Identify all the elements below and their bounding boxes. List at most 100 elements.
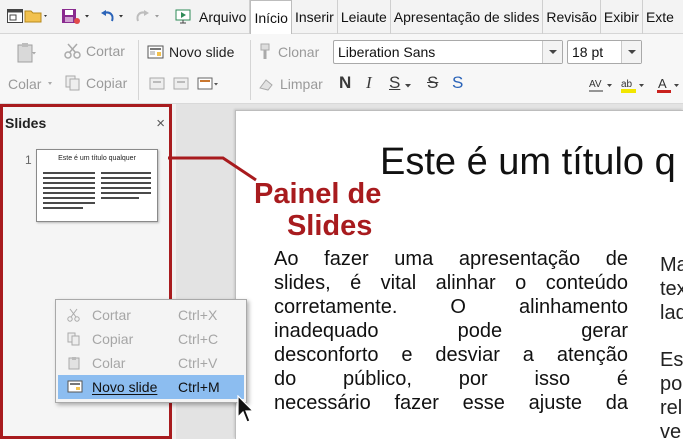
copy-button[interactable]: Copiar — [64, 75, 127, 91]
slide-body-text[interactable]: Ao fazer uma apresentação de slides, é v… — [274, 247, 628, 415]
italic-button[interactable]: I — [366, 73, 372, 93]
menu-tab-leiaute[interactable]: Leiaute — [338, 0, 391, 34]
menu-tab-inicio[interactable]: Início — [250, 0, 292, 34]
context-item-label: Novo slide — [92, 379, 158, 395]
panel-title: Slides — [5, 115, 47, 131]
cut-button[interactable]: Cortar — [64, 43, 125, 59]
paste-icon — [56, 356, 92, 370]
mouse-pointer-icon — [237, 395, 255, 423]
underline-button[interactable]: S — [389, 73, 400, 93]
save-icon[interactable] — [60, 6, 94, 26]
paste-button[interactable]: Colar — [8, 76, 55, 92]
svg-text:A: A — [658, 76, 667, 91]
font-name-combo[interactable]: Liberation Sans — [333, 40, 563, 64]
paste-icon[interactable] — [14, 42, 38, 64]
clone-label: Clonar — [278, 44, 320, 60]
open-icon[interactable] — [24, 6, 50, 26]
new-slide-icon — [58, 380, 92, 394]
menu-tab-revisao[interactable]: Revisão — [543, 0, 601, 34]
annotation-line2: Slides — [286, 210, 373, 242]
slide-title[interactable]: Este é um título q — [380, 141, 676, 184]
font-color-button[interactable]: A — [656, 76, 680, 94]
right-line: ve — [660, 421, 682, 439]
new-slide-label: Novo slide — [169, 44, 235, 60]
slide-thumbnail[interactable]: Este é um título qualquer — [36, 149, 158, 222]
undo-icon[interactable] — [98, 6, 128, 26]
redo-icon[interactable] — [134, 6, 164, 26]
delete-slide-icon — [173, 77, 189, 90]
menu-tab-arquivo[interactable]: Arquivo — [196, 0, 251, 34]
chevron-down-icon[interactable] — [621, 41, 641, 63]
clear-formatting-button[interactable]: Limpar — [258, 76, 323, 92]
thumb-title: Este é um título qualquer — [58, 155, 136, 162]
highlight-color-button[interactable]: ab — [620, 76, 646, 94]
context-item-shortcut: Ctrl+M — [178, 379, 220, 395]
new-slide-button[interactable]: Novo slide — [147, 44, 234, 60]
menu-bar: Arquivo Início Inserir Leiaute Apresenta… — [0, 0, 683, 34]
context-menu: Cortar Ctrl+X Copiar Ctrl+C Colar Ctrl+V… — [55, 299, 247, 403]
svg-text:ab: ab — [621, 79, 633, 90]
chevron-down-icon[interactable] — [542, 41, 562, 63]
menu-tab-inserir[interactable]: Inserir — [292, 0, 338, 34]
start-presentation-icon[interactable] — [174, 6, 192, 26]
clone-formatting-button[interactable]: Clonar — [258, 43, 319, 61]
context-item-cut[interactable]: Cortar Ctrl+X — [56, 303, 246, 327]
body-line: necessário fazer esse ajuste da — [274, 392, 628, 414]
slide-layout-icon — [197, 77, 213, 90]
context-item-copy[interactable]: Copiar Ctrl+C — [56, 327, 246, 351]
eraser-icon — [259, 79, 273, 91]
character-spacing-icon: AV — [589, 79, 612, 92]
menu-tab-extensions[interactable]: Exte — [643, 0, 677, 34]
context-item-label: Copiar — [92, 331, 134, 347]
bold-button[interactable]: N — [339, 73, 351, 93]
context-item-new-slide[interactable]: Novo slide Ctrl+M — [58, 375, 244, 399]
scissors-icon — [56, 308, 92, 322]
right-column-text-2[interactable]: Es po rel ve — [660, 348, 683, 439]
context-item-shortcut: Ctrl+C — [178, 331, 219, 347]
menu-tab-exibir[interactable]: Exibir — [601, 0, 643, 34]
sidebar-toggle-icon[interactable] — [6, 6, 24, 26]
font-size-combo[interactable]: 18 pt — [567, 40, 642, 64]
slide-canvas[interactable]: Este é um título q Ao fazer uma apresent… — [235, 110, 683, 439]
context-item-label: Colar — [92, 355, 126, 371]
chevron-down-icon[interactable] — [404, 82, 414, 90]
right-line: Ma — [660, 254, 683, 276]
right-line: rel — [660, 397, 683, 419]
slide-tools — [148, 75, 220, 93]
clear-label: Limpar — [280, 76, 323, 92]
paintbrush-icon — [260, 43, 270, 59]
body-line: desconforto e desviar a atenção — [274, 344, 628, 366]
body-line: inadequado pode gerar — [274, 320, 628, 342]
context-item-paste[interactable]: Colar Ctrl+V — [56, 351, 246, 375]
body-line: corretamente. O alinhamento — [274, 296, 628, 318]
font-name-value: Liberation Sans — [338, 44, 436, 60]
svg-text:AV: AV — [589, 79, 602, 90]
strikethrough-button[interactable]: S — [427, 73, 438, 93]
separator — [138, 40, 139, 100]
font-size-value: 18 pt — [572, 44, 604, 60]
right-line: Es — [660, 349, 683, 371]
context-item-shortcut: Ctrl+V — [178, 355, 218, 371]
right-column-text[interactable]: Ma tex lad — [660, 253, 683, 325]
context-item-label: Cortar — [92, 307, 131, 323]
menu-tabs: Arquivo Início Inserir Leiaute Apresenta… — [196, 0, 677, 34]
body-line: do público, por isso é — [274, 368, 628, 390]
cut-label: Cortar — [86, 43, 125, 59]
shadow-button[interactable]: S — [452, 73, 463, 93]
close-icon[interactable]: × — [156, 115, 165, 132]
duplicate-slide-icon — [149, 77, 165, 90]
annotation-label: Painel de Slides — [254, 178, 381, 242]
copy-icon — [65, 75, 80, 91]
menu-tab-apresentacao[interactable]: Apresentação de slides — [391, 0, 544, 34]
highlighter-icon: ab — [621, 79, 644, 93]
panel-header: Slides × — [3, 107, 169, 139]
character-spacing-button[interactable]: AV — [588, 76, 614, 94]
separator — [250, 40, 251, 100]
body-line: slides, é vital alinhar o conteúdo — [274, 272, 628, 294]
right-line: po — [660, 373, 683, 395]
slide-number: 1 — [25, 153, 32, 167]
scissors-icon — [64, 43, 81, 59]
annotation-line1: Painel de — [254, 178, 382, 210]
font-color-icon: A — [657, 76, 679, 93]
right-line: lad — [660, 302, 683, 324]
